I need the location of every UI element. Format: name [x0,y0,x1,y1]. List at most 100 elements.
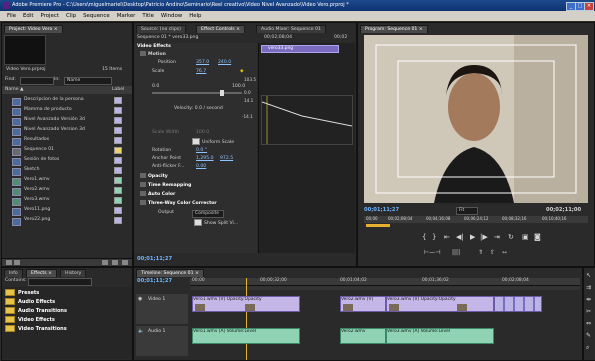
motion-row[interactable]: Motion [140,51,166,59]
find-input[interactable] [20,77,54,85]
playhead-marker[interactable] [366,224,390,227]
extract-icon[interactable]: ⇧ [490,249,495,256]
menu-project[interactable]: Project [40,13,58,19]
ec-current-timecode[interactable]: 00;01;11;27 [137,255,172,263]
timeline-clip-video[interactable]: Vero1.wmv [V] Opacity:Opacity [192,296,300,312]
fx-icon[interactable] [140,51,146,56]
ripple-edit-tool-icon[interactable]: ⇹ [586,296,591,303]
timeline-image-clips[interactable] [494,296,542,312]
menu-clip[interactable]: Clip [66,13,76,19]
shuttle-icon[interactable]: ⊢—⊣ [424,249,440,256]
keyframe-area[interactable]: vero33.png [258,43,355,253]
folder-video-effects[interactable]: Video Effects [5,316,55,324]
fx-icon[interactable] [140,191,146,196]
rotation-value[interactable]: 0.0 ° [196,147,207,155]
three-way-row[interactable]: Three-Way Color Corrector [140,200,217,208]
in-select[interactable]: Name [64,77,112,85]
keyframe-nav[interactable]: ◆ [240,68,244,76]
clip-bar[interactable]: vero33.png [261,45,339,53]
list-view-icon[interactable] [6,260,12,265]
trash-icon[interactable] [122,260,128,265]
timeline-clip-audio[interactable]: Vero3.wmv [A] Volume:Level [386,328,494,344]
playhead-line[interactable] [246,278,247,360]
timeline-clip-video[interactable]: Vero3.wmv [V] Opacity:Opacity [386,296,494,312]
new-item-icon[interactable] [112,260,118,265]
timeline-clip-audio[interactable]: Vero1.wmv [A] Volume:Level [192,328,300,344]
go-to-in-icon[interactable]: ⇤ [444,233,450,241]
anchor-x-value[interactable]: 1,295.0 [196,155,214,163]
time-remapping-row[interactable]: Time Remapping [140,182,191,190]
position-x-value[interactable]: 357.0 [196,59,209,67]
program-ruler[interactable]: 00;00 00;02;08;04 00;04;16;08 00;06;24;1… [364,216,588,223]
jog-icon[interactable]: |||| [452,249,460,256]
antiflicker-value[interactable]: 0.00 [196,163,206,171]
tab-history[interactable]: History [60,269,87,277]
audio-1-track-header[interactable]: 🔈 Audio 1 [136,326,188,356]
tab-timeline[interactable]: Timeline: Sequence 01 × [136,269,204,277]
menu-sequence[interactable]: Sequence [83,13,110,19]
fx-icon[interactable] [140,182,146,187]
position-y-value[interactable]: 240.0 [218,59,231,67]
column-name[interactable]: Name ▲ [5,86,24,94]
fit-dropdown[interactable]: Fit [456,207,478,215]
menu-file[interactable]: File [7,13,16,19]
column-label[interactable]: Label [112,86,124,94]
menu-edit[interactable]: Edit [23,13,33,19]
export-frame-icon[interactable]: ◙ [534,233,541,241]
anchor-y-value[interactable]: 972.5 [220,155,233,163]
folder-audio-transitions[interactable]: Audio Transitions [5,307,67,315]
folder-video-transitions[interactable]: Video Transitions [5,325,67,333]
trim-icon[interactable]: ⇿ [502,249,507,256]
checkbox-icon[interactable] [194,219,202,226]
scale-slider-thumb[interactable] [220,90,224,96]
auto-color-row[interactable]: Auto Color [140,191,175,199]
play-icon[interactable]: ▶ [470,233,475,241]
work-area-bar[interactable] [190,286,580,290]
safe-margins-icon[interactable]: ▣ [522,233,529,241]
lift-icon[interactable]: ⇑ [478,249,483,256]
effects-search-input[interactable] [28,278,92,286]
timeline-ruler[interactable]: 00;00 00;00;32;00 00;01;04;02 00;01;36;0… [190,278,580,286]
menu-help[interactable]: Help [189,13,201,19]
mark-in-icon[interactable]: { [422,233,426,241]
tab-program[interactable]: Program: Sequence 01 × [360,25,428,33]
checkbox-checked-icon[interactable] [192,138,200,145]
scale-slider[interactable] [152,90,242,96]
folder-presets[interactable]: Presets [5,289,39,297]
step-back-icon[interactable]: ◀| [456,233,464,241]
zoom-tool-icon[interactable]: ⌕ [586,344,589,352]
new-bin-icon[interactable] [102,260,108,265]
razor-tool-icon[interactable]: ✂ [586,308,591,315]
tab-effect-controls[interactable]: Effect Controls × [196,25,245,33]
menu-marker[interactable]: Marker [117,13,136,19]
tab-effects[interactable]: Effects × [26,269,57,277]
output-dropdown[interactable]: Composite [192,210,224,218]
timeline-clip-audio[interactable]: Vero2.wmv [340,328,386,344]
tab-audio-mixer[interactable]: Audio Mixer: Sequence 01 [256,25,326,33]
eye-icon[interactable]: ◉ [138,296,142,302]
step-forward-icon[interactable]: |▶ [480,233,488,241]
program-current-timecode[interactable]: 00;01;11;27 [364,206,399,214]
scale-value[interactable]: 76.7 [196,68,206,76]
loop-icon[interactable]: ↻ [508,233,514,241]
pen-tool-icon[interactable]: ✎ [586,332,591,339]
selection-tool-icon[interactable]: ↖ [586,272,591,279]
slip-tool-icon[interactable]: ⇔ [586,320,591,327]
menu-title[interactable]: Title [142,13,154,19]
scale-graph[interactable] [261,95,353,145]
timeline-clip-video[interactable]: Vero2.wmv [V] [340,296,386,312]
mark-out-icon[interactable]: } [432,233,436,241]
speaker-icon[interactable]: 🔈 [138,328,144,334]
close-button[interactable]: ✕ [584,2,594,11]
program-zoom-bar[interactable] [366,224,586,227]
program-video-frame[interactable] [364,35,588,203]
timeline-timecode[interactable]: 00;01;11;27 [137,277,172,285]
fx-icon[interactable] [140,173,146,178]
track-select-tool-icon[interactable]: ⇉ [586,284,591,291]
tab-source[interactable]: Source: (no clips) [136,25,186,33]
tab-project[interactable]: Project: Video Vero × [4,25,63,33]
fx-icon[interactable] [140,200,146,205]
uniform-scale-checkbox[interactable]: Uniform Scale [192,138,234,146]
go-to-out-icon[interactable]: ⇥ [494,233,500,241]
video-1-track-header[interactable]: ◉ Video 1 [136,294,188,324]
